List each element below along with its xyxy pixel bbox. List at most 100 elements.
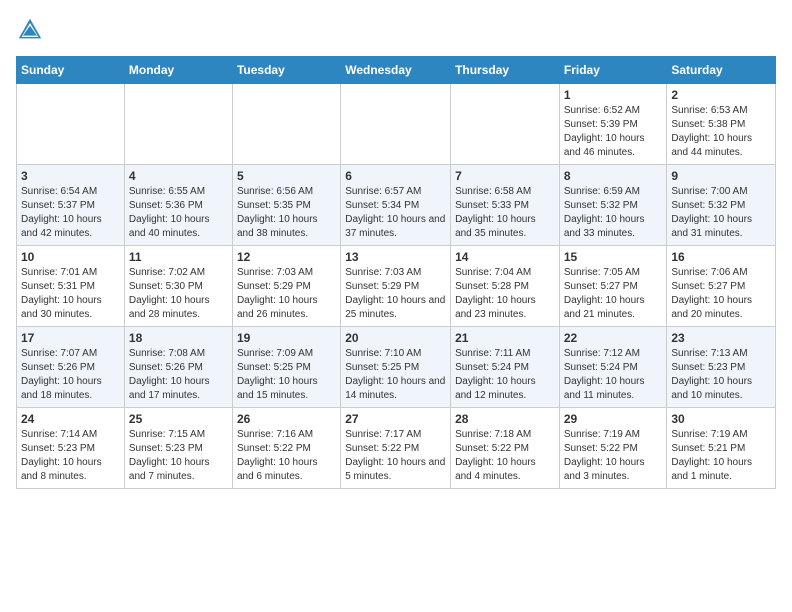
day-info: Sunrise: 7:18 AMSunset: 5:22 PMDaylight:… [455,428,555,484]
day-info: Sunrise: 6:53 AMSunset: 5:38 PMDaylight:… [671,104,771,160]
calendar-cell [124,84,232,165]
calendar-cell [341,84,451,165]
day-number: 21 [455,331,555,345]
day-info: Sunrise: 7:13 AMSunset: 5:23 PMDaylight:… [671,347,771,403]
day-info: Sunrise: 7:07 AMSunset: 5:26 PMDaylight:… [21,347,120,403]
calendar-cell: 29 Sunrise: 7:19 AMSunset: 5:22 PMDayligh… [559,408,667,489]
calendar-header-monday: Monday [124,57,232,84]
day-info: Sunrise: 7:14 AMSunset: 5:23 PMDaylight:… [21,428,120,484]
calendar-cell: 16 Sunrise: 7:06 AMSunset: 5:27 PMDayligh… [667,246,776,327]
day-number: 25 [129,412,228,426]
calendar-week-row: 10 Sunrise: 7:01 AMSunset: 5:31 PMDayligh… [17,246,776,327]
calendar-cell: 28 Sunrise: 7:18 AMSunset: 5:22 PMDayligh… [451,408,560,489]
calendar-cell: 24 Sunrise: 7:14 AMSunset: 5:23 PMDayligh… [17,408,125,489]
day-info: Sunrise: 6:58 AMSunset: 5:33 PMDaylight:… [455,185,555,241]
calendar-cell: 17 Sunrise: 7:07 AMSunset: 5:26 PMDayligh… [17,327,125,408]
calendar-cell: 14 Sunrise: 7:04 AMSunset: 5:28 PMDayligh… [451,246,560,327]
calendar-cell: 13 Sunrise: 7:03 AMSunset: 5:29 PMDayligh… [341,246,451,327]
day-number: 30 [671,412,771,426]
calendar-cell: 1 Sunrise: 6:52 AMSunset: 5:39 PMDaylight… [559,84,667,165]
day-number: 26 [237,412,336,426]
day-number: 4 [129,169,228,183]
calendar-cell: 7 Sunrise: 6:58 AMSunset: 5:33 PMDaylight… [451,165,560,246]
day-number: 12 [237,250,336,264]
day-number: 2 [671,88,771,102]
calendar-cell: 30 Sunrise: 7:19 AMSunset: 5:21 PMDayligh… [667,408,776,489]
calendar-cell: 4 Sunrise: 6:55 AMSunset: 5:36 PMDaylight… [124,165,232,246]
day-number: 5 [237,169,336,183]
day-number: 3 [21,169,120,183]
day-info: Sunrise: 7:19 AMSunset: 5:22 PMDaylight:… [564,428,663,484]
day-info: Sunrise: 6:59 AMSunset: 5:32 PMDaylight:… [564,185,663,241]
day-number: 1 [564,88,663,102]
day-info: Sunrise: 7:08 AMSunset: 5:26 PMDaylight:… [129,347,228,403]
calendar-week-row: 3Sunrise: 6:54 AMSunset: 5:37 PMDaylight… [17,165,776,246]
calendar-header-friday: Friday [559,57,667,84]
day-number: 24 [21,412,120,426]
calendar-header-wednesday: Wednesday [341,57,451,84]
calendar-cell: 21Sunrise: 7:11 AMSunset: 5:24 PMDayligh… [451,327,560,408]
calendar-cell: 5 Sunrise: 6:56 AMSunset: 5:35 PMDaylight… [232,165,340,246]
day-number: 17 [21,331,120,345]
calendar-cell: 11Sunrise: 7:02 AMSunset: 5:30 PMDayligh… [124,246,232,327]
day-info: Sunrise: 7:04 AMSunset: 5:28 PMDaylight:… [455,266,555,322]
day-info: Sunrise: 7:06 AMSunset: 5:27 PMDaylight:… [671,266,771,322]
calendar-cell: 26Sunrise: 7:16 AMSunset: 5:22 PMDayligh… [232,408,340,489]
day-info: Sunrise: 7:10 AMSunset: 5:25 PMDaylight:… [345,347,446,403]
calendar-cell: 25 Sunrise: 7:15 AMSunset: 5:23 PMDayligh… [124,408,232,489]
day-number: 23 [671,331,771,345]
day-number: 14 [455,250,555,264]
day-number: 8 [564,169,663,183]
day-info: Sunrise: 6:52 AMSunset: 5:39 PMDaylight:… [564,104,663,160]
calendar-cell: 8 Sunrise: 6:59 AMSunset: 5:32 PMDaylight… [559,165,667,246]
calendar-week-row: 24 Sunrise: 7:14 AMSunset: 5:23 PMDayligh… [17,408,776,489]
calendar-cell: 2 Sunrise: 6:53 AMSunset: 5:38 PMDaylight… [667,84,776,165]
calendar-cell: 15 Sunrise: 7:05 AMSunset: 5:27 PMDayligh… [559,246,667,327]
day-number: 29 [564,412,663,426]
day-number: 6 [345,169,446,183]
day-info: Sunrise: 7:09 AMSunset: 5:25 PMDaylight:… [237,347,336,403]
calendar-header-row: SundayMondayTuesdayWednesdayThursdayFrid… [17,57,776,84]
calendar-header-tuesday: Tuesday [232,57,340,84]
logo-icon [16,16,44,44]
calendar-cell: 10 Sunrise: 7:01 AMSunset: 5:31 PMDayligh… [17,246,125,327]
calendar-cell: 20 Sunrise: 7:10 AMSunset: 5:25 PMDayligh… [341,327,451,408]
day-info: Sunrise: 7:02 AMSunset: 5:30 PMDaylight:… [129,266,228,322]
day-info: Sunrise: 7:01 AMSunset: 5:31 PMDaylight:… [21,266,120,322]
day-info: Sunrise: 7:00 AMSunset: 5:32 PMDaylight:… [671,185,771,241]
day-number: 16 [671,250,771,264]
calendar-header-thursday: Thursday [451,57,560,84]
calendar-header-saturday: Saturday [667,57,776,84]
calendar-cell: 18 Sunrise: 7:08 AMSunset: 5:26 PMDayligh… [124,327,232,408]
calendar-cell: 22Sunrise: 7:12 AMSunset: 5:24 PMDayligh… [559,327,667,408]
calendar-cell [17,84,125,165]
calendar-cell: 27Sunrise: 7:17 AMSunset: 5:22 PMDayligh… [341,408,451,489]
logo [16,16,48,44]
day-info: Sunrise: 7:15 AMSunset: 5:23 PMDaylight:… [129,428,228,484]
day-number: 10 [21,250,120,264]
calendar-week-row: 1 Sunrise: 6:52 AMSunset: 5:39 PMDaylight… [17,84,776,165]
calendar-cell: 9 Sunrise: 7:00 AMSunset: 5:32 PMDaylight… [667,165,776,246]
calendar-cell: 19Sunrise: 7:09 AMSunset: 5:25 PMDayligh… [232,327,340,408]
day-info: Sunrise: 7:12 AMSunset: 5:24 PMDaylight:… [564,347,663,403]
day-number: 15 [564,250,663,264]
day-number: 9 [671,169,771,183]
calendar-cell: 3Sunrise: 6:54 AMSunset: 5:37 PMDaylight… [17,165,125,246]
calendar-cell [232,84,340,165]
day-number: 7 [455,169,555,183]
day-info: Sunrise: 6:56 AMSunset: 5:35 PMDaylight:… [237,185,336,241]
day-number: 20 [345,331,446,345]
day-info: Sunrise: 7:19 AMSunset: 5:21 PMDaylight:… [671,428,771,484]
calendar-cell: 23 Sunrise: 7:13 AMSunset: 5:23 PMDayligh… [667,327,776,408]
calendar-header-sunday: Sunday [17,57,125,84]
page-header [16,16,776,44]
day-number: 28 [455,412,555,426]
day-info: Sunrise: 7:05 AMSunset: 5:27 PMDaylight:… [564,266,663,322]
day-number: 18 [129,331,228,345]
day-info: Sunrise: 6:57 AMSunset: 5:34 PMDaylight:… [345,185,446,241]
day-info: Sunrise: 7:03 AMSunset: 5:29 PMDaylight:… [345,266,446,322]
day-info: Sunrise: 7:03 AMSunset: 5:29 PMDaylight:… [237,266,336,322]
day-info: Sunrise: 7:17 AMSunset: 5:22 PMDaylight:… [345,428,446,484]
day-info: Sunrise: 6:55 AMSunset: 5:36 PMDaylight:… [129,185,228,241]
day-number: 13 [345,250,446,264]
